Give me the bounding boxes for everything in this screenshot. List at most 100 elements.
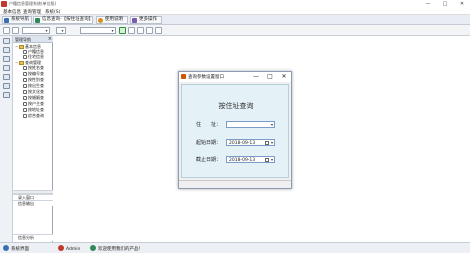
document-icon: [23, 71, 27, 76]
close-icon[interactable]: ×: [48, 36, 52, 42]
tree-item-label: 按出生查: [28, 83, 44, 88]
zoom-in-icon[interactable]: [128, 27, 135, 34]
tab-label: 使用说明: [105, 17, 123, 22]
tree-item-label: 按文化查: [28, 89, 44, 94]
status-system: 系统界面: [3, 245, 29, 253]
dialog-title-bar: 查询参数设置窗口 — □ ✕: [179, 72, 291, 82]
start-date-picker[interactable]: 2018-09-13 ▾: [226, 139, 275, 146]
calendar-icon[interactable]: [265, 141, 269, 145]
app-icon: [1, 1, 7, 7]
chevron-down-icon[interactable]: ▾: [271, 158, 273, 162]
document-icon: [23, 101, 27, 106]
tree-item[interactable]: 综合查询: [23, 113, 44, 118]
tab-bar: 系统导航 信息查询-【按住址查询】 使用说明 更多操作: [0, 15, 470, 25]
dialog-minimize-button[interactable]: —: [249, 72, 263, 82]
user-icon: [58, 245, 64, 251]
document-icon: [23, 49, 27, 54]
minimize-button[interactable]: —: [422, 0, 434, 8]
zoom-out-icon[interactable]: [137, 27, 144, 34]
print-icon[interactable]: [155, 27, 162, 34]
status-bar: 系统界面 Admin 欢迎使用我们的产品！: [0, 242, 470, 253]
chevron-down-icon[interactable]: ▾: [271, 141, 273, 145]
dialog-heading: 按住址查询: [218, 102, 254, 110]
document-icon: [23, 54, 27, 59]
document-icon: [23, 89, 27, 94]
toolbar-select-3[interactable]: ▾: [80, 27, 116, 34]
dialog-close-button[interactable]: ✕: [277, 72, 291, 82]
more-icon: [132, 18, 137, 23]
tree-item-label: 按编号查: [28, 71, 44, 76]
start-date-label: 起始日期：: [196, 140, 222, 146]
toolbar: ▾ ▾ ▾: [0, 25, 470, 36]
toolbar-select-2[interactable]: ▾: [56, 27, 66, 34]
tree-icon[interactable]: [3, 47, 10, 53]
end-date-value: 2018-09-13: [229, 158, 256, 163]
tab-address-query[interactable]: 信息查询-【按住址查询】: [33, 16, 93, 24]
edit-icon[interactable]: [3, 27, 10, 34]
maximize-button[interactable]: □: [439, 0, 451, 8]
document-icon: [23, 113, 27, 118]
tree-item[interactable]: 住宅信息: [23, 54, 44, 59]
window-title: 户籍信息管理系统(单位版): [9, 1, 57, 6]
tab-system-navigation[interactable]: 系统导航: [2, 16, 32, 24]
list-icon[interactable]: [3, 56, 10, 62]
table-icon[interactable]: [3, 65, 10, 71]
tree-item[interactable]: 按姓名查: [23, 65, 44, 70]
document-icon: [23, 95, 27, 100]
tab-more-operations[interactable]: 更多操作: [130, 16, 162, 24]
tree-item-label: 按婚姻查: [28, 95, 44, 100]
info-icon: [90, 245, 96, 251]
close-button[interactable]: ✕: [456, 0, 468, 8]
dialog-footer: [179, 180, 291, 188]
tree-header: 管理导航 ×: [13, 36, 53, 43]
document-icon: [23, 77, 27, 82]
tree-item[interactable]: 按编号查: [23, 71, 44, 76]
calendar-icon[interactable]: [265, 158, 269, 162]
tree-item[interactable]: 按地址查: [23, 107, 44, 112]
chart-icon[interactable]: [3, 74, 10, 80]
document-icon: [23, 65, 27, 70]
report-icon[interactable]: [3, 92, 10, 98]
settings-icon[interactable]: [3, 83, 10, 89]
tree-item[interactable]: 按婚姻查: [23, 95, 44, 100]
play-icon[interactable]: [119, 27, 126, 34]
address-label: 住 址：: [196, 122, 222, 128]
bottom-list-info-output[interactable]: 信息输出: [13, 200, 53, 206]
left-icon-strip: [0, 36, 13, 242]
tree-item-label: 按地址查: [28, 107, 44, 112]
status-system-text: 系统界面: [11, 247, 29, 252]
tree-item[interactable]: 按户主查: [23, 101, 44, 106]
tree-item[interactable]: 按性别查: [23, 77, 44, 82]
tree-item-label: 综合查询: [28, 113, 44, 118]
dialog-app-icon: [181, 74, 186, 79]
copy-icon[interactable]: [12, 27, 19, 34]
navigator-icon[interactable]: [3, 38, 10, 44]
horizontal-scrollbar[interactable]: [13, 190, 53, 194]
tree-item-label: 按姓名查: [28, 65, 44, 70]
tab-label: 更多操作: [139, 17, 157, 22]
tree-item[interactable]: 按出生查: [23, 83, 44, 88]
folder-icon: [19, 60, 24, 65]
find-icon[interactable]: [146, 27, 153, 34]
dialog-maximize-button[interactable]: □: [263, 72, 277, 82]
info-analysis-footer[interactable]: 信息分析: [13, 234, 53, 241]
title-bar: 户籍信息管理系统(单位版) — □ ✕: [0, 0, 470, 8]
tree-title: 管理导航: [15, 37, 31, 42]
end-date-picker[interactable]: 2018-09-13 ▾: [226, 156, 275, 163]
dialog-title: 查询参数设置窗口: [188, 75, 224, 80]
help-icon: [98, 18, 103, 23]
document-icon: [23, 83, 27, 88]
toolbar-select-1[interactable]: ▾: [22, 27, 50, 34]
tab-label: 系统导航: [11, 17, 29, 22]
address-combobox[interactable]: ▾: [226, 121, 275, 128]
computer-icon: [3, 245, 9, 251]
chevron-down-icon[interactable]: ▾: [271, 123, 273, 127]
folder-icon: [19, 44, 24, 49]
query-icon: [35, 18, 40, 23]
menu-bar: 基本信息 查询管理 系统(S): [0, 8, 470, 15]
tree-item[interactable]: 按文化查: [23, 89, 44, 94]
tree-item-label: 按性别查: [28, 77, 44, 82]
tab-instructions[interactable]: 使用说明: [96, 16, 128, 24]
query-parameter-dialog: 查询参数设置窗口 — □ ✕ 按住址查询 住 址： ▾ 起始日期： 2018-0…: [178, 71, 292, 189]
document-icon: [23, 107, 27, 112]
